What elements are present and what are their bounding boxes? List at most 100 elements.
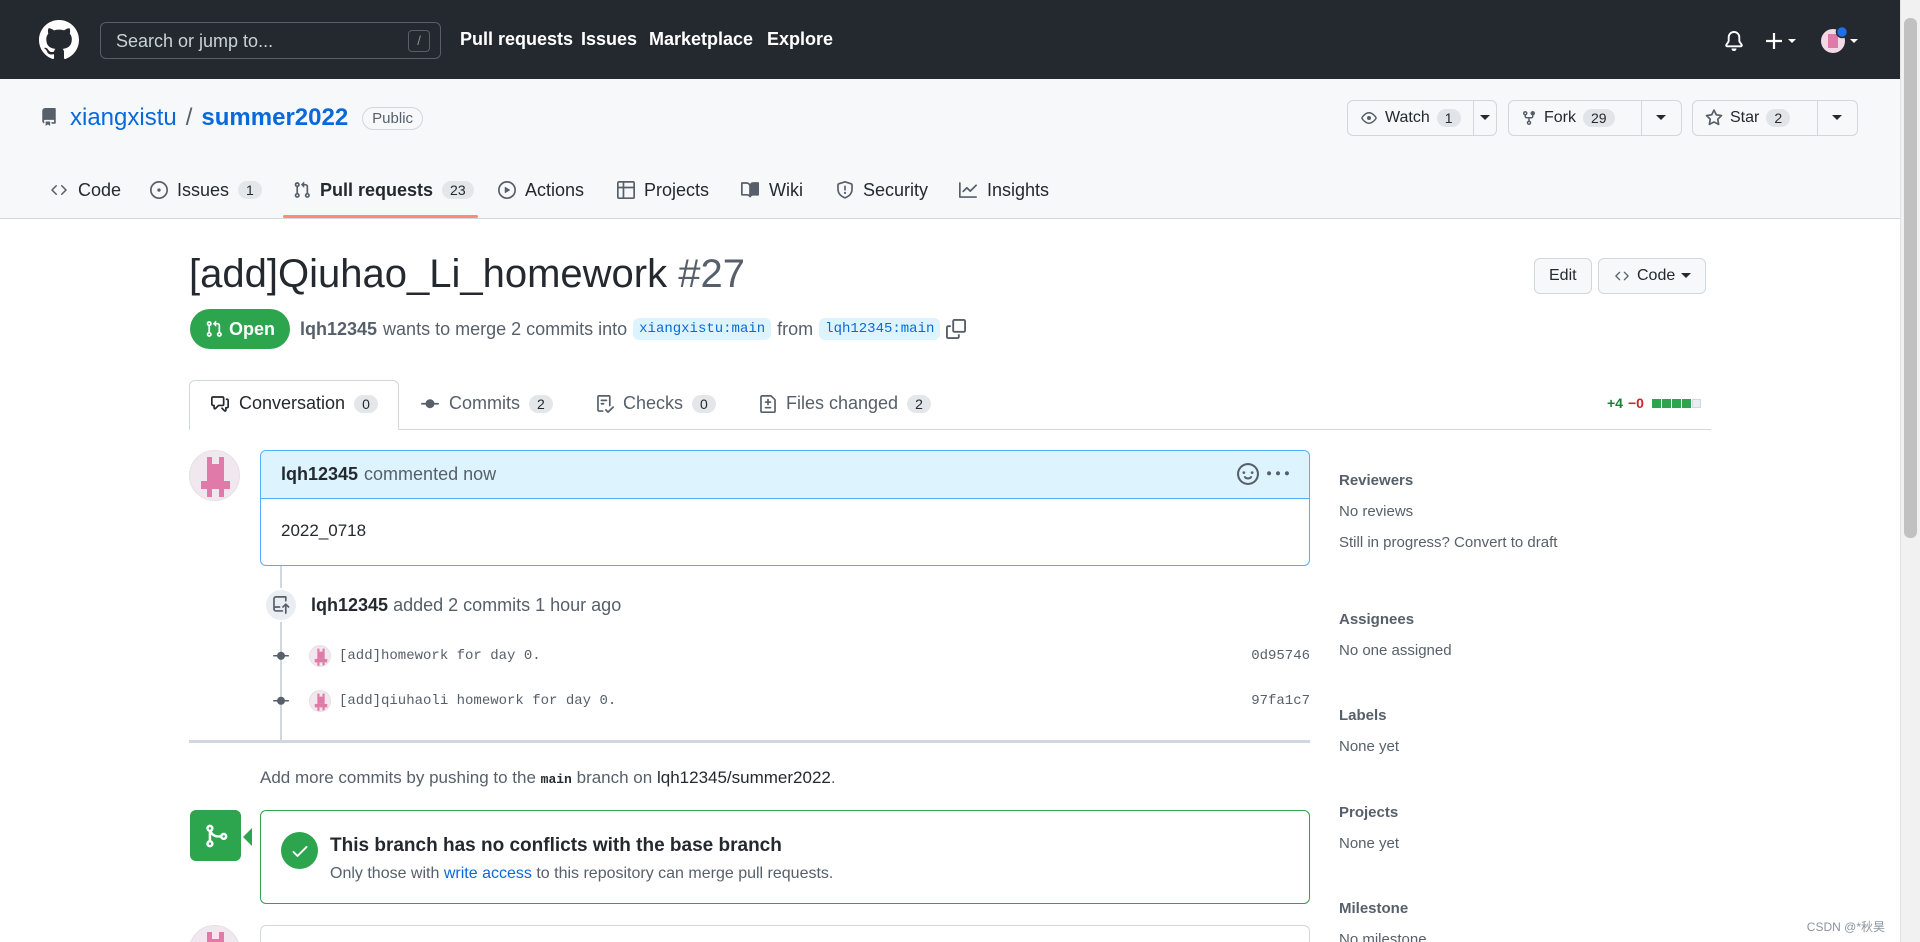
commit-sha[interactable]: 0d95746: [1251, 648, 1310, 664]
tab-projects[interactable]: Projects: [617, 175, 709, 205]
git-commit-icon: [270, 693, 292, 709]
push-hint-branch: main: [540, 772, 572, 787]
repo-owner-link[interactable]: xiangxistu: [70, 104, 177, 132]
git-pull-request-icon: [205, 320, 223, 338]
nav-pull-requests[interactable]: Pull requests: [460, 29, 573, 50]
head-branch[interactable]: lqh12345:main: [819, 318, 941, 340]
repo-push-icon: [264, 588, 298, 622]
repo-title: xiangxistu / summer2022 Public: [70, 104, 424, 132]
sidebar-assignees: Assignees No one assigned: [1339, 611, 1711, 659]
convert-to-draft-link[interactable]: Still in progress? Convert to draft: [1339, 534, 1711, 551]
check-icon: [281, 832, 318, 869]
global-header: Search or jump to... / Pull requests Iss…: [0, 0, 1900, 79]
commit-message[interactable]: [add]qiuhaoli homework for day 0.: [339, 693, 616, 709]
timeline-author[interactable]: lqh12345: [311, 595, 388, 615]
nav-issues[interactable]: Issues: [581, 29, 637, 50]
sidebar-milestone: Milestone No milestone: [1339, 900, 1711, 942]
eye-icon: [1360, 110, 1378, 126]
pr-title: [add]Qiuhao_Li_homework #27: [189, 252, 745, 297]
smiley-icon[interactable]: [1237, 463, 1259, 485]
search-input[interactable]: Search or jump to... /: [100, 22, 441, 59]
tab-actions-label: Actions: [525, 179, 585, 200]
commit-author-avatar[interactable]: [309, 645, 331, 667]
watch-dropdown-icon[interactable]: [1474, 101, 1496, 135]
write-access-link[interactable]: write access: [444, 865, 532, 882]
pr-tab-commits-label: Commits: [449, 393, 520, 413]
star-button[interactable]: Star 2: [1692, 100, 1858, 136]
page-scrollbar[interactable]: [1900, 0, 1920, 942]
assignees-title[interactable]: Assignees: [1339, 611, 1711, 628]
new-comment-box: [260, 925, 1310, 942]
repo-name-link[interactable]: summer2022: [201, 104, 348, 132]
next-comment-avatar: [189, 925, 240, 942]
pr-meta: lqh12345 wants to merge 2 commits into x…: [300, 318, 967, 340]
pr-author-link[interactable]: lqh12345: [300, 319, 377, 340]
comment-author[interactable]: lqh12345: [281, 464, 358, 485]
tab-projects-label: Projects: [644, 179, 710, 200]
pr-tab-files-changed[interactable]: Files changed 2: [759, 393, 931, 414]
push-hint-repo-link[interactable]: lqh12345/summer2022: [657, 768, 831, 787]
tab-insights[interactable]: Insights: [958, 175, 1049, 205]
comment-discussion-icon: [210, 395, 230, 413]
code-dropdown-button[interactable]: Code: [1598, 258, 1707, 294]
fork-label: Fork: [1544, 109, 1576, 126]
pr-from-text: from: [777, 318, 814, 339]
pr-tab-conversation[interactable]: Conversation 0: [210, 393, 378, 414]
commit-sha[interactable]: 97fa1c7: [1251, 693, 1310, 709]
comment-author-avatar[interactable]: [189, 450, 240, 501]
scrollbar-thumb[interactable]: [1904, 18, 1917, 538]
projects-value: None yet: [1339, 835, 1400, 852]
pr-tab-commits-count: 2: [529, 394, 553, 413]
pr-tab-checks[interactable]: Checks 0: [596, 393, 716, 414]
star-dropdown-icon[interactable]: [1818, 101, 1857, 135]
kebab-horizontal-icon[interactable]: [1267, 463, 1289, 485]
tab-actions[interactable]: Actions: [498, 175, 584, 205]
copy-icon[interactable]: [946, 319, 967, 339]
fork-icon: [1521, 110, 1537, 126]
tab-code[interactable]: Code: [49, 175, 121, 205]
github-logo-icon[interactable]: [39, 20, 79, 60]
tab-issues[interactable]: Issues 1: [150, 175, 262, 205]
reviewers-value: No reviews: [1339, 503, 1414, 520]
labels-title[interactable]: Labels: [1339, 707, 1711, 724]
commit-message[interactable]: [add]homework for day 0.: [339, 648, 541, 664]
code-icon: [49, 182, 69, 198]
pr-number: #27: [678, 252, 745, 296]
commit-author-avatar[interactable]: [309, 690, 331, 712]
watch-button[interactable]: Watch 1: [1347, 100, 1497, 136]
fork-button[interactable]: Fork 29: [1508, 100, 1682, 136]
tab-issues-label: Issues: [177, 179, 230, 200]
push-hint-pre: Add more commits by pushing to the: [260, 768, 536, 787]
git-merge-icon: [190, 810, 241, 861]
timeline-divider: [189, 740, 1310, 743]
tab-pull-requests-label: Pull requests: [320, 179, 434, 200]
bell-icon[interactable]: [1724, 30, 1744, 52]
merge-status-box: This branch has no conflicts with the ba…: [260, 810, 1310, 904]
tab-security[interactable]: Security: [836, 175, 928, 205]
nav-explore[interactable]: Explore: [767, 29, 833, 50]
repo-icon: [40, 107, 58, 127]
comment-timestamp[interactable]: commented now: [364, 464, 496, 485]
plus-dropdown-icon[interactable]: [1765, 31, 1801, 51]
milestone-title[interactable]: Milestone: [1339, 900, 1711, 917]
active-tab-underline: [283, 215, 478, 218]
tab-insights-label: Insights: [987, 179, 1050, 200]
nav-marketplace[interactable]: Marketplace: [649, 29, 753, 50]
projects-title[interactable]: Projects: [1339, 804, 1711, 821]
book-icon: [740, 181, 760, 199]
base-branch[interactable]: xiangxistu:main: [633, 318, 772, 340]
fork-dropdown-icon[interactable]: [1642, 101, 1681, 135]
edit-button[interactable]: Edit: [1534, 258, 1592, 294]
pr-tab-commits[interactable]: Commits 2: [420, 393, 553, 414]
reviewers-title[interactable]: Reviewers: [1339, 472, 1711, 489]
tab-wiki[interactable]: Wiki: [740, 175, 803, 205]
tab-pull-requests[interactable]: Pull requests 23: [293, 175, 474, 205]
deletions-count: −0: [1627, 395, 1644, 411]
user-avatar-menu-icon[interactable]: [1820, 26, 1860, 56]
pr-description-comment: lqh12345 commented now 2022_0718: [260, 450, 1310, 566]
star-label: Star: [1730, 109, 1760, 126]
pr-tab-conversation-label: Conversation: [239, 393, 346, 413]
git-commit-icon: [420, 395, 440, 413]
visibility-badge: Public: [362, 106, 424, 130]
pr-tabs-divider: [189, 429, 1711, 430]
